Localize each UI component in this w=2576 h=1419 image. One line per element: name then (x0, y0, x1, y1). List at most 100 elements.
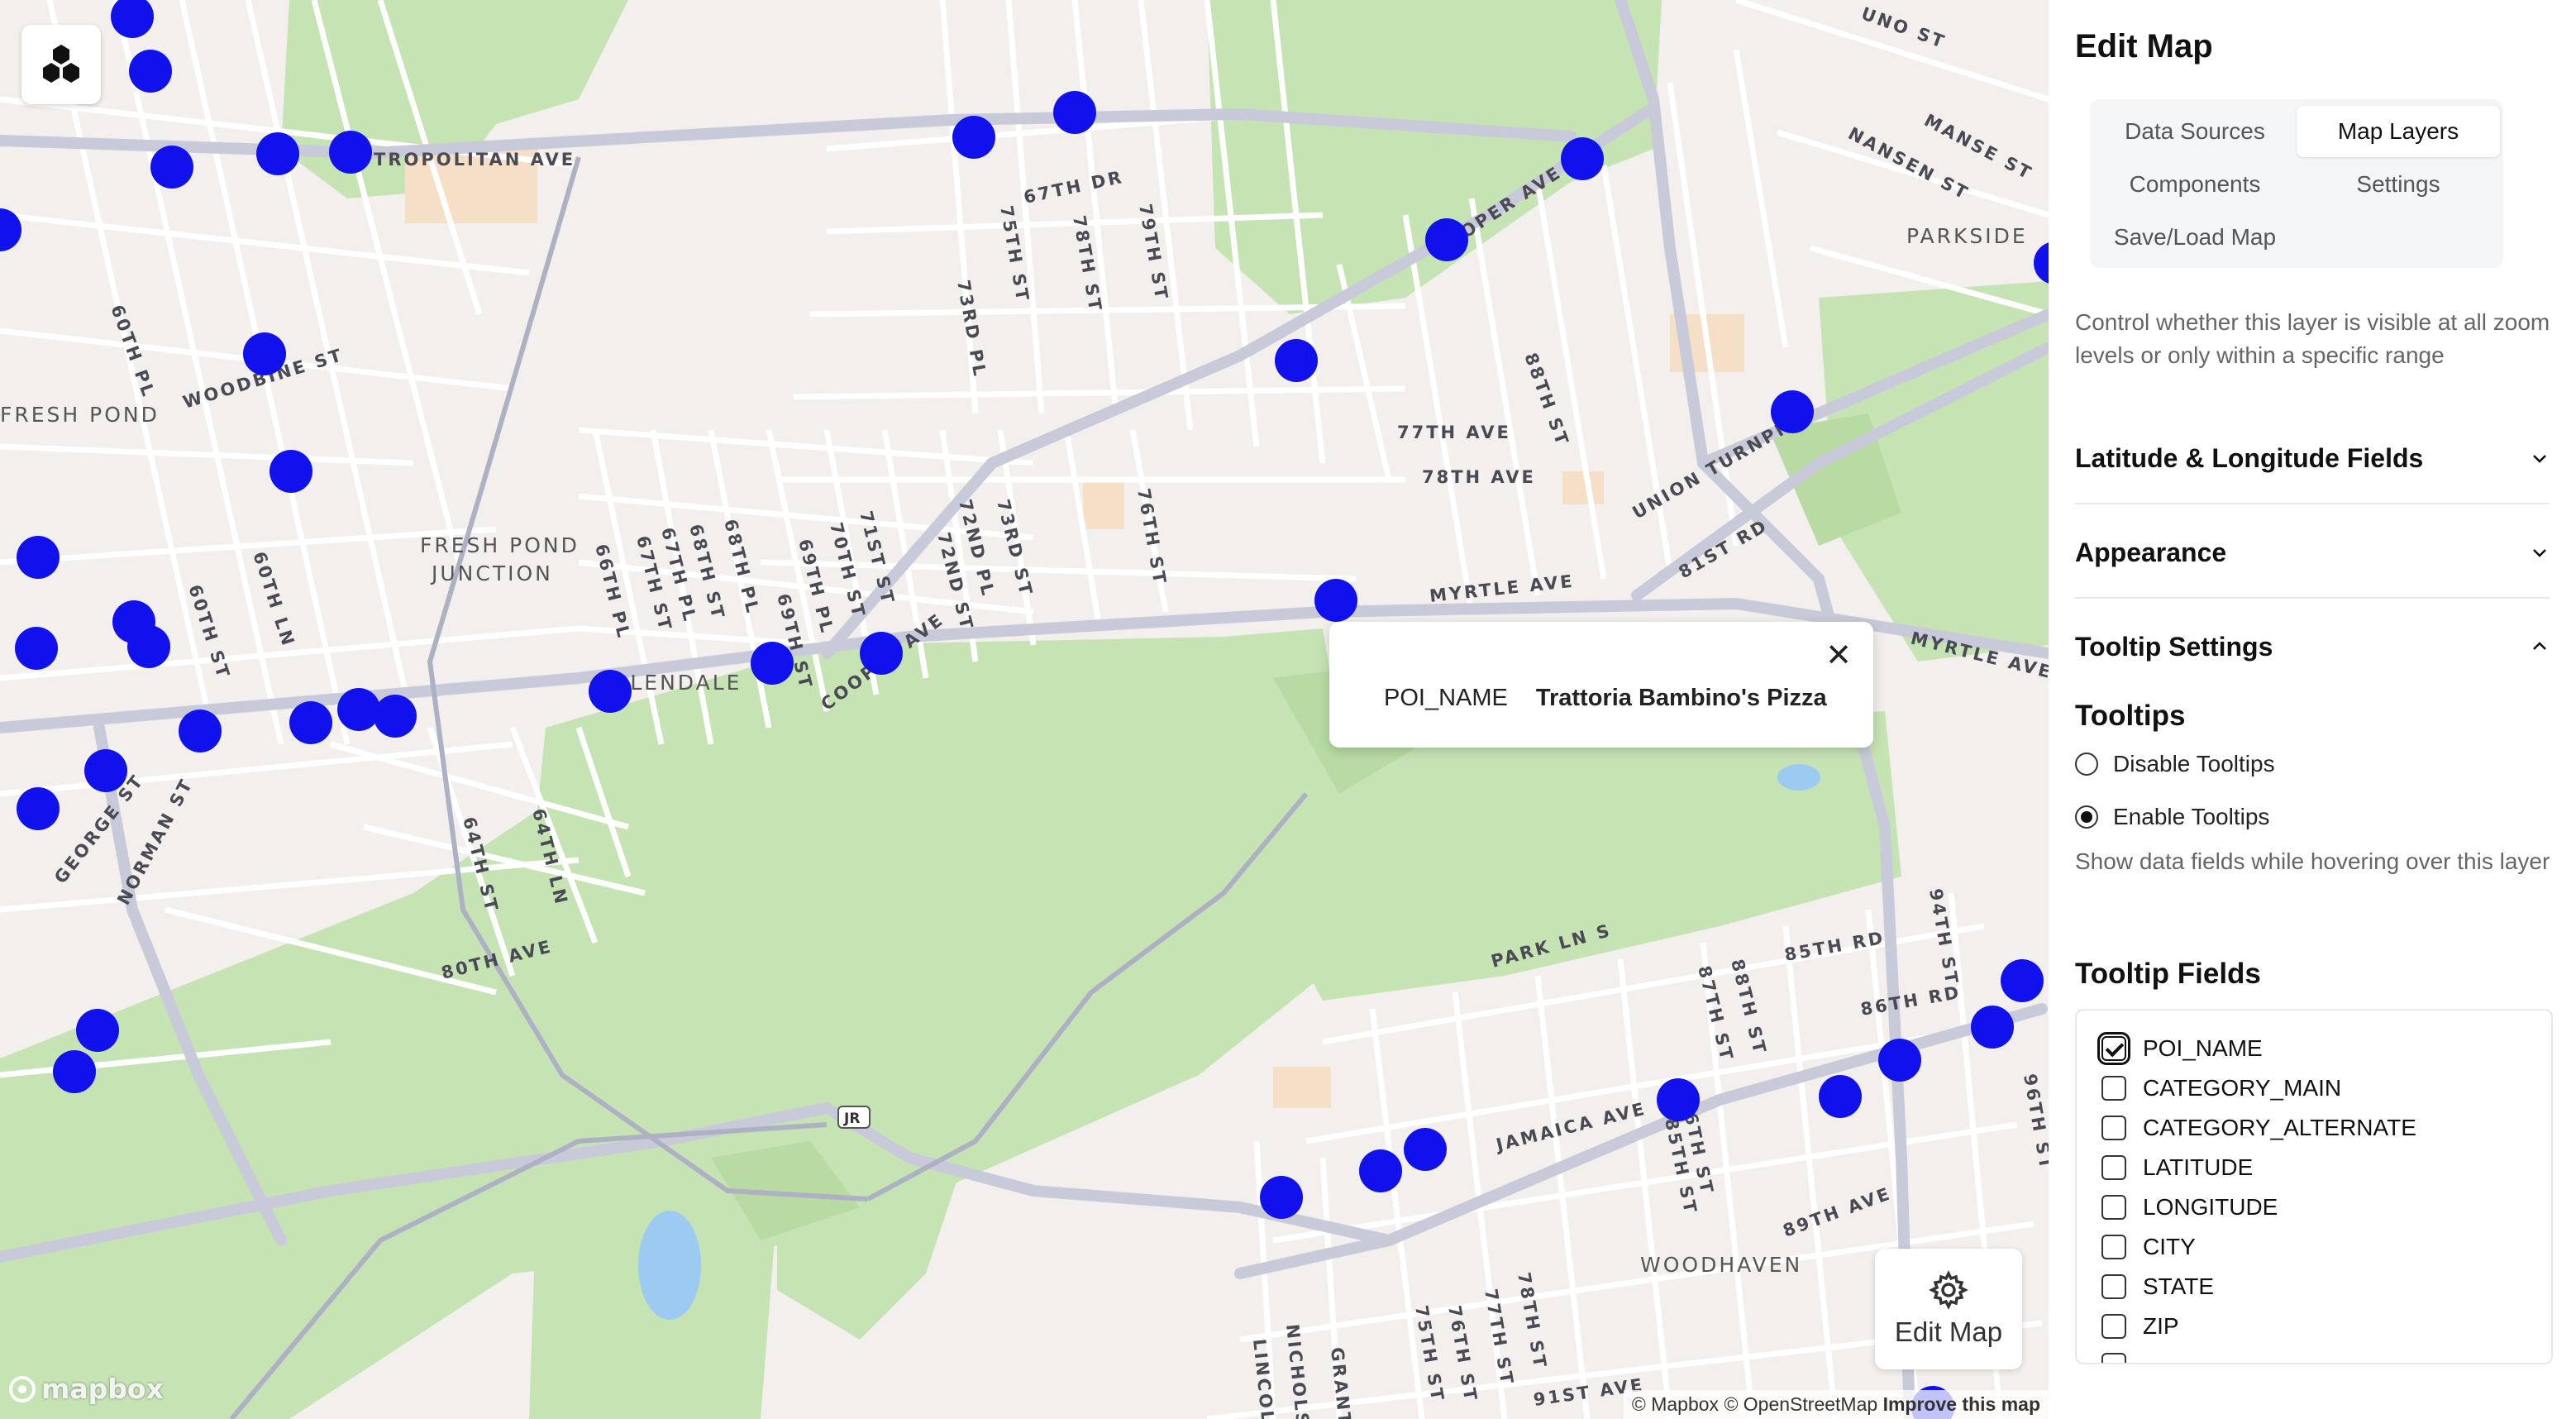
tooltip-field-partial[interactable] (2101, 1353, 2126, 1363)
improve-map-link[interactable]: Improve this map (1883, 1393, 2040, 1415)
route-shield-label: JR (843, 1111, 860, 1127)
chevron-down-icon (2533, 455, 2546, 463)
tooltip-field-poi-name[interactable]: POI_NAME (2097, 1032, 2263, 1065)
street-label: 89TH AVE (1781, 1183, 1895, 1241)
street-label: TROPOLITAN AVE (374, 150, 575, 170)
radio-button[interactable] (2075, 805, 2098, 829)
section-appearance[interactable]: Appearance (2075, 511, 2550, 594)
poi-point (17, 536, 60, 579)
area-label: WOODHAVEN (1640, 1253, 1802, 1277)
section-label: Latitude & Longitude Fields (2075, 442, 2424, 473)
poi-point (374, 695, 417, 738)
edit-map-button[interactable]: Edit Map (1875, 1249, 2022, 1369)
poi-point (1260, 1176, 1303, 1219)
poi-point (256, 132, 299, 175)
checkbox[interactable] (2101, 1195, 2126, 1220)
field-label: CITY (2143, 1234, 2196, 1259)
gear-icon (1929, 1270, 1968, 1310)
popup-field-value: Trattoria Bambino's Pizza (1535, 685, 1827, 711)
pond-small (1777, 764, 1820, 791)
street-label: MYRTLE AVE (1429, 571, 1576, 606)
poi-point (1314, 579, 1357, 622)
tooltip-fields-list[interactable]: POI_NAME CATEGORY_MAIN CATEGORY_ALTERNAT… (2075, 1009, 2553, 1364)
area-label: JUNCTION (430, 561, 553, 585)
poi-point (1359, 1149, 1402, 1192)
area-label: FRESH POND (420, 533, 580, 557)
attribution-osm-link[interactable]: © OpenStreetMap (1724, 1393, 1877, 1415)
tooltip-fields-heading: Tooltip Fields (2075, 958, 2261, 990)
divider (2075, 503, 2550, 504)
tooltip-field-zip[interactable]: ZIP (2101, 1313, 2179, 1340)
checkbox[interactable] (2101, 1235, 2126, 1259)
tooltip-field-city[interactable]: CITY (2101, 1234, 2196, 1260)
field-label: STATE (2143, 1273, 2215, 1299)
pond (638, 1211, 701, 1320)
poi-point (1425, 218, 1468, 261)
street-label: 78TH AVE (1422, 467, 1536, 487)
map-canvas[interactable]: FRESH POND FRESH POND JUNCTION GLENDALE … (0, 0, 2049, 1419)
tab-map-layers[interactable]: Map Layers (2297, 106, 2500, 157)
tooltip-field-category-main[interactable]: CATEGORY_MAIN (2101, 1075, 2341, 1101)
street-label: 73RD PL (953, 279, 990, 380)
chevron-down-icon (2533, 549, 2546, 557)
mapbox-icon (9, 1375, 36, 1402)
poi-point (53, 1050, 96, 1093)
field-label: ZIP (2143, 1313, 2179, 1339)
tab-components[interactable]: Components (2093, 159, 2297, 210)
divider (2075, 597, 2550, 599)
street-label: NICHOLS (1282, 1323, 1313, 1419)
poi-point (1971, 1006, 2014, 1049)
poi-point (2001, 959, 2044, 1002)
tab-settings[interactable]: Settings (2297, 159, 2500, 210)
poi-point (337, 688, 380, 731)
mapbox-wordmark: mapbox (41, 1373, 164, 1405)
checkbox[interactable] (2101, 1314, 2126, 1339)
tooltips-heading: Tooltips (2075, 700, 2186, 732)
route-shield: JR (837, 1106, 871, 1129)
attribution-mapbox-link[interactable]: © Mapbox (1632, 1393, 1719, 1415)
section-label: Appearance (2075, 537, 2227, 567)
poi-point (179, 710, 222, 752)
tooltip-field-category-alternate[interactable]: CATEGORY_ALTERNATE (2101, 1115, 2416, 1141)
poi-point (860, 632, 903, 675)
close-icon[interactable]: ✕ (1825, 640, 1852, 671)
street-label: LINCOLN (1249, 1338, 1280, 1419)
tab-save-load-map[interactable]: Save/Load Map (2093, 212, 2297, 263)
street-label: 68TH PL (720, 517, 763, 617)
tab-data-sources[interactable]: Data Sources (2093, 106, 2297, 157)
radio-button[interactable] (2075, 752, 2098, 776)
checkbox[interactable] (2101, 1116, 2126, 1140)
checkbox[interactable] (2101, 1155, 2126, 1180)
popup-field-name: POI_NAME (1384, 685, 1508, 711)
checkbox[interactable] (2101, 1274, 2126, 1299)
checkbox[interactable] (2097, 1032, 2130, 1065)
field-label: LONGITUDE (2143, 1194, 2278, 1220)
section-lat-long-fields[interactable]: Latitude & Longitude Fields (2075, 417, 2550, 499)
checkbox[interactable] (2101, 1076, 2126, 1101)
poi-point (15, 627, 58, 670)
hexagon-cluster-icon (43, 45, 79, 83)
section-tooltip-settings[interactable]: Tooltip Settings (2075, 605, 2550, 688)
street-label: 87TH ST (1694, 963, 1737, 1063)
field-label: LATITUDE (2143, 1154, 2254, 1180)
poi-point (17, 787, 60, 830)
checkbox[interactable] (2101, 1353, 2126, 1363)
poi-point (76, 1009, 119, 1052)
poi-point (1561, 137, 1604, 180)
app-logo-button[interactable] (21, 25, 101, 104)
tooltip-field-state[interactable]: STATE (2101, 1273, 2214, 1300)
tooltip-field-longitude[interactable]: LONGITUDE (2101, 1194, 2278, 1221)
poi-point (1819, 1075, 1862, 1118)
panel-tabs: Data Sources Map Layers Components Setti… (2090, 99, 2503, 268)
enable-tooltips-radio[interactable]: Enable Tooltips (2075, 804, 2269, 830)
tooltip-field-latitude[interactable]: LATITUDE (2101, 1154, 2253, 1181)
visibility-description: Control whether this layer is visible at… (2075, 309, 2550, 368)
poi-point (751, 642, 794, 685)
poi-point (329, 131, 372, 174)
mapbox-logo[interactable]: mapbox (8, 1373, 164, 1405)
poi-point (589, 670, 632, 713)
poi-point (243, 332, 286, 375)
disable-tooltips-radio[interactable]: Disable Tooltips (2075, 751, 2275, 777)
edit-map-panel: Edit Map Data Sources Map Layers Compone… (2049, 0, 2576, 1419)
poi-point (1878, 1039, 1921, 1082)
